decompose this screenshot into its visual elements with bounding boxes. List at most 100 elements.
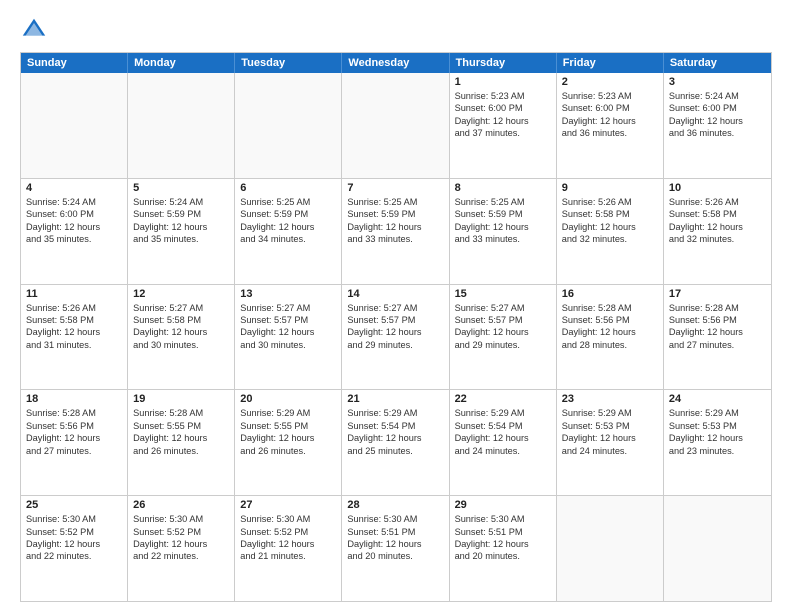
cell-info-line: and 25 minutes. <box>347 445 443 457</box>
day-number: 25 <box>26 499 122 511</box>
cell-info-line: and 30 minutes. <box>240 339 336 351</box>
cell-info-line: and 33 minutes. <box>455 233 551 245</box>
day-number: 12 <box>133 288 229 300</box>
cell-info-line: Sunset: 5:51 PM <box>347 526 443 538</box>
cell-info-line: Daylight: 12 hours <box>562 115 658 127</box>
cell-info-line: Sunset: 6:00 PM <box>669 102 766 114</box>
cell-info-line: and 29 minutes. <box>455 339 551 351</box>
calendar-cell: 27Sunrise: 5:30 AMSunset: 5:52 PMDayligh… <box>235 496 342 601</box>
cell-info-line: and 27 minutes. <box>26 445 122 457</box>
cell-info-line: Daylight: 12 hours <box>240 326 336 338</box>
cell-info-line: and 36 minutes. <box>669 127 766 139</box>
cell-info-line: Daylight: 12 hours <box>240 432 336 444</box>
cell-info-line: and 23 minutes. <box>669 445 766 457</box>
calendar: SundayMondayTuesdayWednesdayThursdayFrid… <box>20 52 772 602</box>
calendar-cell: 4Sunrise: 5:24 AMSunset: 6:00 PMDaylight… <box>21 179 128 284</box>
day-number: 15 <box>455 288 551 300</box>
cell-info-line: Sunset: 5:56 PM <box>562 314 658 326</box>
cell-info-line: and 21 minutes. <box>240 550 336 562</box>
cell-info-line: Sunset: 5:59 PM <box>455 208 551 220</box>
cell-info-line: and 32 minutes. <box>669 233 766 245</box>
calendar-cell: 16Sunrise: 5:28 AMSunset: 5:56 PMDayligh… <box>557 285 664 390</box>
calendar-cell: 5Sunrise: 5:24 AMSunset: 5:59 PMDaylight… <box>128 179 235 284</box>
cell-info-line: Sunrise: 5:25 AM <box>347 196 443 208</box>
cell-info-line: Sunrise: 5:26 AM <box>669 196 766 208</box>
cell-info-line: Daylight: 12 hours <box>455 115 551 127</box>
cell-info-line: Sunrise: 5:27 AM <box>455 302 551 314</box>
cell-info-line: and 31 minutes. <box>26 339 122 351</box>
day-number: 17 <box>669 288 766 300</box>
cell-info-line: Sunset: 5:58 PM <box>133 314 229 326</box>
calendar-row-1: 4Sunrise: 5:24 AMSunset: 6:00 PMDaylight… <box>21 179 771 285</box>
day-number: 9 <box>562 182 658 194</box>
cell-info-line: Sunset: 5:52 PM <box>133 526 229 538</box>
logo <box>20 16 52 44</box>
day-number: 5 <box>133 182 229 194</box>
calendar-cell: 1Sunrise: 5:23 AMSunset: 6:00 PMDaylight… <box>450 73 557 178</box>
day-number: 20 <box>240 393 336 405</box>
cell-info-line: Sunrise: 5:27 AM <box>347 302 443 314</box>
cell-info-line: and 20 minutes. <box>455 550 551 562</box>
calendar-cell: 2Sunrise: 5:23 AMSunset: 6:00 PMDaylight… <box>557 73 664 178</box>
cell-info-line: Sunrise: 5:30 AM <box>133 513 229 525</box>
calendar-row-2: 11Sunrise: 5:26 AMSunset: 5:58 PMDayligh… <box>21 285 771 391</box>
cell-info-line: Sunset: 6:00 PM <box>562 102 658 114</box>
calendar-cell: 7Sunrise: 5:25 AMSunset: 5:59 PMDaylight… <box>342 179 449 284</box>
cell-info-line: and 24 minutes. <box>455 445 551 457</box>
calendar-cell: 6Sunrise: 5:25 AMSunset: 5:59 PMDaylight… <box>235 179 342 284</box>
cell-info-line: and 26 minutes. <box>133 445 229 457</box>
header-day-saturday: Saturday <box>664 53 771 73</box>
cell-info-line: Sunrise: 5:23 AM <box>562 90 658 102</box>
cell-info-line: and 35 minutes. <box>26 233 122 245</box>
day-number: 8 <box>455 182 551 194</box>
day-number: 28 <box>347 499 443 511</box>
cell-info-line: Daylight: 12 hours <box>347 326 443 338</box>
day-number: 19 <box>133 393 229 405</box>
calendar-cell: 17Sunrise: 5:28 AMSunset: 5:56 PMDayligh… <box>664 285 771 390</box>
cell-info-line: Daylight: 12 hours <box>669 115 766 127</box>
calendar-cell: 3Sunrise: 5:24 AMSunset: 6:00 PMDaylight… <box>664 73 771 178</box>
calendar-cell <box>128 73 235 178</box>
cell-info-line: Sunrise: 5:29 AM <box>240 407 336 419</box>
calendar-cell <box>342 73 449 178</box>
cell-info-line: Sunrise: 5:24 AM <box>26 196 122 208</box>
cell-info-line: Daylight: 12 hours <box>669 432 766 444</box>
calendar-cell: 24Sunrise: 5:29 AMSunset: 5:53 PMDayligh… <box>664 390 771 495</box>
cell-info-line: Daylight: 12 hours <box>669 221 766 233</box>
day-number: 14 <box>347 288 443 300</box>
cell-info-line: Daylight: 12 hours <box>133 326 229 338</box>
cell-info-line: Sunrise: 5:30 AM <box>240 513 336 525</box>
cell-info-line: Sunrise: 5:28 AM <box>133 407 229 419</box>
cell-info-line: Sunrise: 5:30 AM <box>347 513 443 525</box>
calendar-row-0: 1Sunrise: 5:23 AMSunset: 6:00 PMDaylight… <box>21 73 771 179</box>
day-number: 13 <box>240 288 336 300</box>
calendar-header: SundayMondayTuesdayWednesdayThursdayFrid… <box>21 53 771 73</box>
day-number: 21 <box>347 393 443 405</box>
cell-info-line: Daylight: 12 hours <box>455 326 551 338</box>
cell-info-line: Sunrise: 5:28 AM <box>562 302 658 314</box>
cell-info-line: Sunset: 5:56 PM <box>26 420 122 432</box>
cell-info-line: Sunset: 5:58 PM <box>669 208 766 220</box>
day-number: 3 <box>669 76 766 88</box>
header-day-tuesday: Tuesday <box>235 53 342 73</box>
calendar-row-3: 18Sunrise: 5:28 AMSunset: 5:56 PMDayligh… <box>21 390 771 496</box>
calendar-cell: 21Sunrise: 5:29 AMSunset: 5:54 PMDayligh… <box>342 390 449 495</box>
cell-info-line: and 35 minutes. <box>133 233 229 245</box>
cell-info-line: Sunset: 5:53 PM <box>669 420 766 432</box>
cell-info-line: Daylight: 12 hours <box>133 221 229 233</box>
cell-info-line: and 34 minutes. <box>240 233 336 245</box>
cell-info-line: Sunset: 5:55 PM <box>240 420 336 432</box>
calendar-cell: 10Sunrise: 5:26 AMSunset: 5:58 PMDayligh… <box>664 179 771 284</box>
cell-info-line: Sunrise: 5:28 AM <box>26 407 122 419</box>
cell-info-line: Sunset: 5:55 PM <box>133 420 229 432</box>
day-number: 24 <box>669 393 766 405</box>
day-number: 18 <box>26 393 122 405</box>
cell-info-line: Sunrise: 5:29 AM <box>562 407 658 419</box>
calendar-cell: 29Sunrise: 5:30 AMSunset: 5:51 PMDayligh… <box>450 496 557 601</box>
cell-info-line: Sunset: 5:54 PM <box>455 420 551 432</box>
calendar-cell <box>21 73 128 178</box>
cell-info-line: Daylight: 12 hours <box>133 538 229 550</box>
cell-info-line: Sunset: 5:56 PM <box>669 314 766 326</box>
calendar-cell <box>664 496 771 601</box>
calendar-cell: 15Sunrise: 5:27 AMSunset: 5:57 PMDayligh… <box>450 285 557 390</box>
